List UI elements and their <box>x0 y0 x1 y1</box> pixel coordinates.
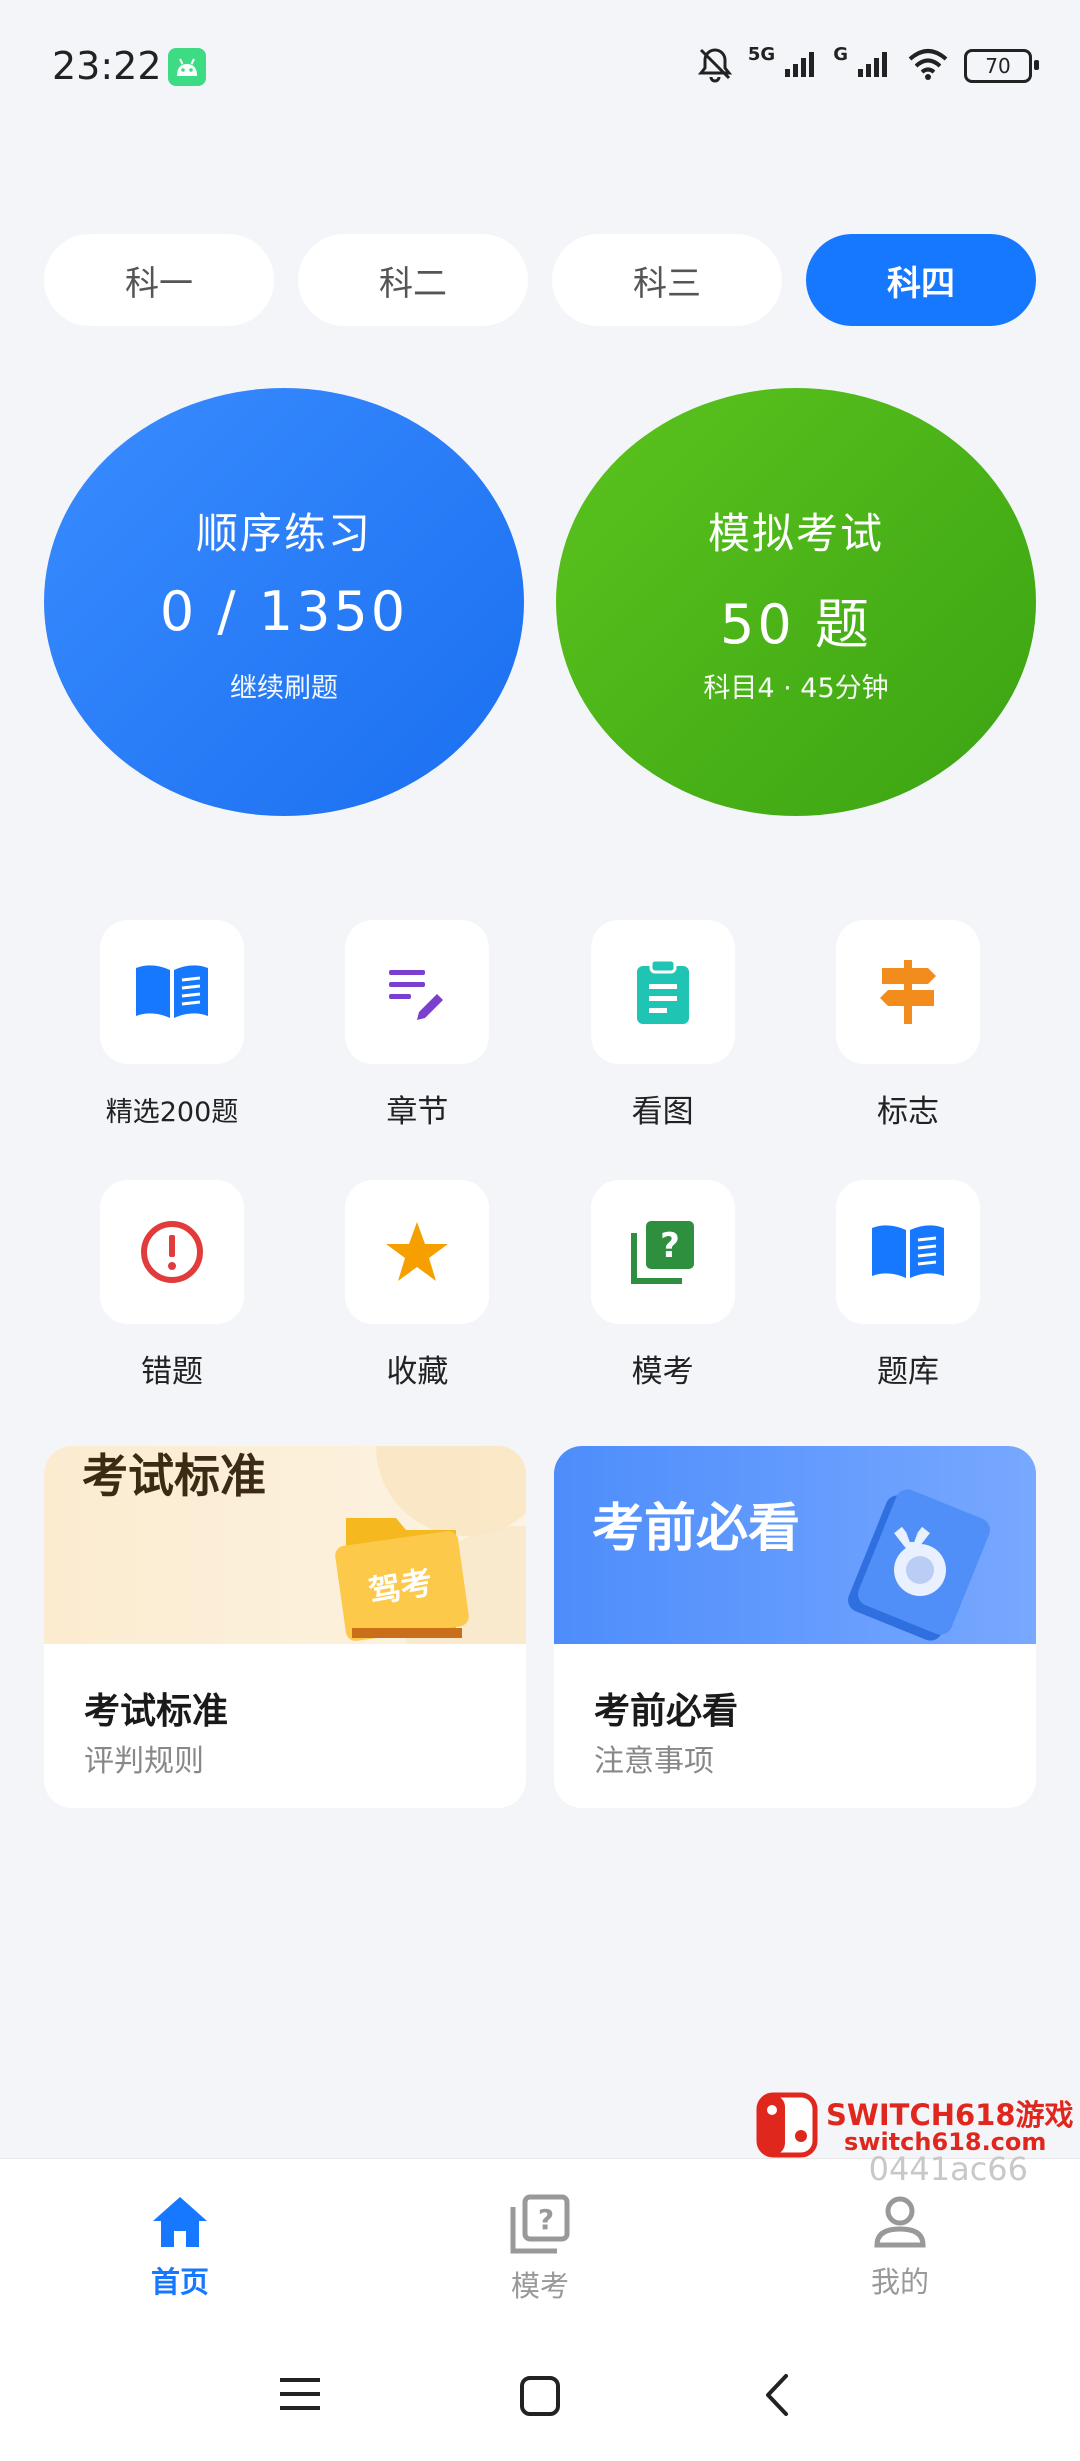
card-subtitle: 评判规则 <box>84 1744 204 1779</box>
network-type-g: G <box>833 44 848 65</box>
card-title: 考试标准 <box>84 1691 229 1732</box>
status-time: 23:22 <box>52 44 162 88</box>
grid-item-selected-200[interactable]: 精选200题 <box>92 920 252 1180</box>
grid-item-mock-exam[interactable]: ? 模考 <box>583 1180 743 1440</box>
tab-subject-1[interactable]: 科一 <box>44 234 274 326</box>
mock-exam-button[interactable]: 模拟考试 50 题 科目4 · 45分钟 <box>556 388 1036 816</box>
grid-item-wrong-questions[interactable]: 错题 <box>92 1180 252 1440</box>
exam-standard-card[interactable]: 考试标准 驾考 考试标准 评判规则 <box>44 1446 526 1808</box>
exam-count: 50 题 <box>720 593 872 656</box>
person-icon <box>874 2196 926 2248</box>
feature-grid: 精选200题 章节 看图 标志 错题 收藏 ? 模考 题库 <box>44 920 1036 1440</box>
grid-item-signs[interactable]: 标志 <box>828 920 988 1180</box>
bell-muted-icon <box>696 45 734 87</box>
quiz-icon: ? <box>510 2194 570 2254</box>
medal-book-icon: V <box>848 1489 990 1641</box>
grid-item-chapters[interactable]: 章节 <box>337 920 497 1180</box>
svg-text:?: ? <box>660 1226 680 1266</box>
menu-icon[interactable] <box>278 2374 322 2414</box>
must-read-card[interactable]: 考前必看 V 考前必看 注意事项 <box>554 1446 1036 1808</box>
folder-icon: 驾考 <box>335 1518 469 1641</box>
status-icons: 5G G 70 <box>696 44 1039 88</box>
watermark-hash: 0441ac66 <box>868 2150 1028 2188</box>
nav-label: 我的 <box>870 2265 929 2299</box>
grid-label: 标志 <box>876 1094 939 1130</box>
wifi-icon <box>906 47 950 85</box>
tab-subject-4[interactable]: 科四 <box>806 234 1036 326</box>
home-square-icon[interactable] <box>518 2374 562 2418</box>
back-icon[interactable] <box>758 2372 798 2418</box>
exam-subtitle: 科目4 · 45分钟 <box>703 673 889 704</box>
practice-title: 顺序练习 <box>195 509 372 558</box>
card-subtitle: 注意事项 <box>594 1744 714 1779</box>
nav-home[interactable]: 首页 <box>80 2193 280 2301</box>
question-bank-icon <box>871 1225 944 1278</box>
banner-title: 考试标准 <box>82 1449 266 1503</box>
tab-subject-3[interactable]: 科三 <box>552 234 782 326</box>
svg-text:?: ? <box>538 2203 554 2236</box>
subject-tabs: 科一 科二 科三 科四 <box>44 234 1036 326</box>
grid-label: 题库 <box>876 1354 939 1390</box>
status-bar: 23:22 5G G 70 <box>0 0 1080 140</box>
practice-subtitle: 继续刷题 <box>230 673 338 704</box>
card-title: 考前必看 <box>594 1691 739 1732</box>
grid-label: 看图 <box>631 1094 694 1130</box>
grid-item-favorites[interactable]: 收藏 <box>337 1180 497 1440</box>
grid-label: 精选200题 <box>105 1097 239 1128</box>
star-icon <box>386 1222 449 1281</box>
book-icon <box>136 965 208 1018</box>
nav-label: 首页 <box>150 2265 209 2299</box>
signal-icon <box>783 49 819 83</box>
signpost-icon <box>879 960 936 1024</box>
clipboard-icon <box>636 958 689 1024</box>
grid-label: 模考 <box>631 1354 694 1390</box>
nav-label: 模考 <box>510 2269 569 2303</box>
nav-mock-exam[interactable]: ? 模考 <box>440 2193 640 2305</box>
medal-badge: V <box>904 1523 920 1547</box>
exam-standard-banner: 考试标准 驾考 <box>44 1446 526 1644</box>
home-icon <box>153 2197 207 2247</box>
system-navigation-bar <box>0 2340 1080 2460</box>
signal-icon-2 <box>856 49 892 83</box>
nav-profile[interactable]: 我的 <box>800 2193 1000 2301</box>
switch-logo-icon <box>756 2092 818 2158</box>
sequential-practice-button[interactable]: 顺序练习 0 / 1350 继续刷题 <box>44 388 524 816</box>
grid-label: 收藏 <box>386 1354 449 1390</box>
grid-label: 章节 <box>386 1094 449 1130</box>
tab-subject-2[interactable]: 科二 <box>298 234 528 326</box>
grid-item-question-bank[interactable]: 题库 <box>828 1180 988 1440</box>
quiz-icon: ? <box>630 1221 694 1284</box>
network-type-5g: 5G <box>747 44 776 65</box>
edit-list-icon <box>389 970 444 1020</box>
grid-item-pictures[interactable]: 看图 <box>583 920 743 1180</box>
practice-progress: 0 / 1350 <box>159 580 409 643</box>
exam-title: 模拟考试 <box>707 509 884 558</box>
android-notification-icon <box>168 48 206 86</box>
banner-title: 考前必看 <box>592 1499 801 1559</box>
error-icon <box>141 1221 203 1283</box>
grid-label: 错题 <box>141 1354 203 1390</box>
battery-icon: 70 <box>964 49 1039 83</box>
must-read-banner: 考前必看 V <box>554 1446 1036 1644</box>
